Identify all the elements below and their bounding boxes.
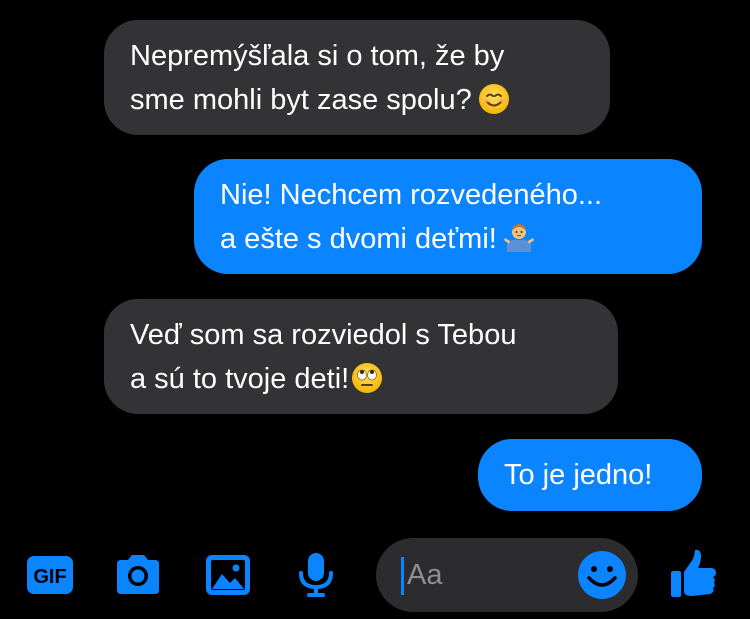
message-text-line: sme mohli byt zase spolu? <box>130 78 584 122</box>
message-bubble-outgoing[interactable]: Nie! Nechcem rozvedeného... a ešte s dvo… <box>194 159 702 274</box>
microphone-icon <box>299 553 333 597</box>
gif-icon: GIF <box>27 556 73 594</box>
message-text-line: Nepremýšľala si o tom, že by <box>130 40 505 72</box>
message-bubble-incoming[interactable]: Veď som sa rozviedol s Tebou a sú to tvo… <box>104 299 618 414</box>
gif-button[interactable]: GIF <box>25 550 75 600</box>
message-text-line: Veď som sa rozviedol s Tebou <box>130 319 517 351</box>
smiling-face-emoji-icon <box>478 83 510 115</box>
camera-icon <box>117 555 159 594</box>
text-caret <box>401 557 404 595</box>
thumbs-up-icon <box>671 549 716 597</box>
message-text-line: Nie! Nechcem rozvedeného... <box>220 179 603 211</box>
gif-label: GIF <box>33 566 66 588</box>
smiley-icon <box>578 551 626 599</box>
message-text-line: To je jedno! <box>504 459 653 491</box>
message-text: a sú to tvoje deti! <box>130 363 350 395</box>
message-bubble-incoming[interactable]: Nepremýšľala si o tom, že by sme mohli b… <box>104 20 610 135</box>
eye-roll-emoji-icon <box>351 362 383 394</box>
message-text: sme mohli byt zase spolu? <box>130 84 472 116</box>
message-text: a ešte s dvomi deťmi! <box>220 223 497 255</box>
message-text-line: a sú to tvoje deti! <box>130 357 592 401</box>
message-bubble-outgoing[interactable]: To je jedno! <box>478 439 702 511</box>
microphone-button[interactable] <box>291 550 341 600</box>
like-button[interactable] <box>668 547 718 597</box>
man-shrugging-emoji-icon <box>503 222 535 254</box>
message-input-placeholder[interactable]: Aa <box>407 556 442 594</box>
message-text-line: a ešte s dvomi deťmi! <box>220 217 676 261</box>
camera-button[interactable] <box>113 550 163 600</box>
emoji-button[interactable] <box>577 550 627 600</box>
image-icon <box>206 555 250 595</box>
image-button[interactable] <box>203 550 253 600</box>
message-composer[interactable]: Aa <box>376 538 638 612</box>
